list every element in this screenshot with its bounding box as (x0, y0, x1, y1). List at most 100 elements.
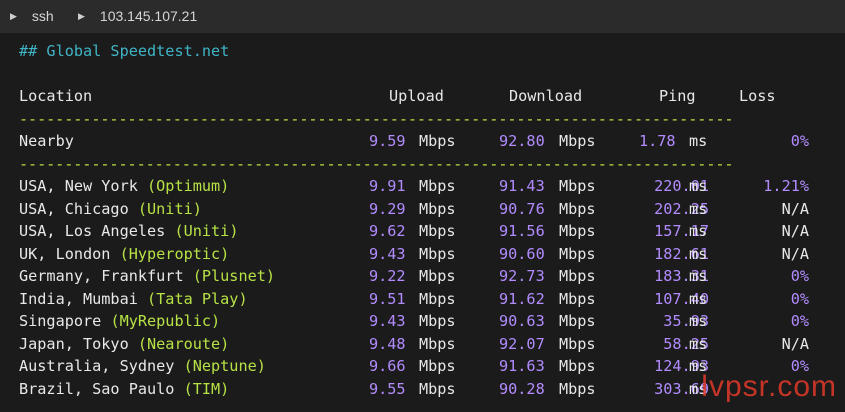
table-row: Germany, Frankfurt (Plusnet) 9.22 Mbps 92.7… (19, 265, 809, 287)
row-download-value: 90.28 (499, 379, 545, 398)
row-city: UK, London (19, 244, 120, 263)
row-download-unit: Mbps (559, 312, 596, 330)
header-ping: Ping (659, 87, 696, 105)
table-row: USA, Chicago (Uniti) 9.29 Mbps 90.76 Mbps 202… (19, 198, 809, 220)
tab-caret-icon: ▶ (10, 11, 17, 21)
row-upload-unit: Mbps (419, 334, 456, 353)
row-download-unit: Mbps (559, 199, 596, 218)
row-loss-value: N/A (781, 244, 809, 263)
row-ping-unit: ms (689, 267, 708, 285)
row-isp: (MyRepublic) (110, 312, 221, 330)
row-upload-value: 9.55 (369, 379, 406, 398)
row-isp: (TIM) (183, 379, 230, 398)
table-row: UK, London (Hyperoptic) 9.43 Mbps 90.60 Mbps… (19, 243, 809, 265)
row-city: Australia, Sydney (19, 357, 184, 375)
row-ping-unit: ms (689, 312, 708, 330)
section-heading: ## Global Speedtest.net (19, 42, 230, 60)
row-location: Australia, Sydney (Neptune) (19, 355, 266, 377)
table-row: USA, Los Angeles (Uniti) 9.62 Mbps 91.56 Mbp… (19, 220, 809, 242)
row-download-unit: Mbps (559, 132, 596, 150)
row-city: Singapore (19, 312, 111, 330)
row-location: UK, London (Hyperoptic) (19, 243, 229, 265)
row-download-value: 90.76 (499, 199, 545, 218)
row-ping-unit: ms (689, 334, 708, 353)
row-isp: (Hyperoptic) (119, 244, 230, 263)
row-ping-unit: ms (689, 177, 708, 195)
row-location: Singapore (MyRepublic) (19, 310, 220, 332)
row-download-value: 91.63 (499, 357, 545, 375)
row-location: Nearby (19, 132, 74, 150)
table-row: Australia, Sydney (Neptune) 9.66 Mbps 91.63… (19, 355, 809, 377)
row-download-unit: Mbps (559, 357, 596, 375)
row-download-value: 92.07 (499, 334, 545, 353)
row-location: USA, New York (Optimum) (19, 175, 229, 197)
row-download-value: 92.73 (499, 267, 545, 285)
row-download-unit: Mbps (559, 244, 596, 263)
tab-bar: ▶ ssh ▶ 103.145.107.21 (0, 0, 845, 33)
row-loss-value: 0% (790, 267, 809, 285)
row-upload-value: 9.91 (369, 177, 406, 195)
row-city: Brazil, Sao Paulo (19, 379, 184, 398)
row-upload-unit: Mbps (419, 267, 456, 285)
row-city: Japan, Tokyo (19, 334, 138, 353)
header-download: Download (509, 87, 583, 105)
row-upload-value: 9.62 (369, 222, 406, 240)
row-upload-unit: Mbps (419, 199, 456, 218)
row-upload-value: 9.29 (369, 199, 406, 218)
tab-label: 103.145.107.21 (99, 8, 198, 24)
row-upload-value: 9.43 (369, 312, 406, 330)
row-isp: (Optimum) (147, 177, 230, 195)
tab-label: ssh (31, 8, 54, 24)
row-location: USA, Chicago (Uniti) (19, 198, 202, 220)
row-isp: (Neptune) (183, 357, 266, 375)
row-city: India, Mumbai (19, 289, 148, 308)
row-upload-value: 9.51 (369, 289, 406, 308)
row-upload-value: 9.48 (369, 334, 406, 353)
row-download-unit: Mbps (559, 289, 596, 308)
tab-caret-icon: ▶ (78, 11, 85, 21)
row-isp: (Tata Play) (147, 289, 248, 308)
table-row: USA, New York (Optimum) 9.91 Mbps 91.43 Mbps… (19, 175, 809, 197)
table-row: Japan, Tokyo (Nearoute) 9.48 Mbps 92.07 Mbps… (19, 333, 809, 355)
row-loss-value: N/A (781, 199, 809, 218)
row-download-unit: Mbps (559, 379, 596, 398)
row-city: USA, Chicago (19, 199, 138, 218)
row-ping-value: 1.78 (639, 132, 676, 150)
row-ping-unit: ms (689, 289, 708, 308)
row-download-unit: Mbps (559, 267, 596, 285)
row-isp: (Uniti) (137, 199, 202, 218)
row-upload-unit: Mbps (419, 379, 456, 398)
row-download-value: 92.80 (499, 132, 545, 150)
table-row: Brazil, Sao Paulo (TIM) 9.55 Mbps 90.28 Mbps… (19, 378, 809, 400)
row-download-unit: Mbps (559, 177, 596, 195)
row-download-value: 91.43 (499, 177, 545, 195)
row-city: Germany, Frankfurt (19, 267, 193, 285)
row-download-value: 91.56 (499, 222, 545, 240)
separator-line: ----------------------------------------… (19, 155, 734, 173)
row-upload-value: 9.43 (369, 244, 406, 263)
tab-ssh[interactable]: ▶ ssh (10, 0, 54, 33)
row-loss-value: 0% (790, 312, 809, 330)
row-upload-value: 9.22 (369, 267, 406, 285)
row-isp: (Plusnet) (192, 267, 276, 285)
row-upload-unit: Mbps (419, 132, 456, 150)
row-download-value: 90.60 (499, 244, 545, 263)
row-location: Japan, Tokyo (Nearoute) (19, 333, 229, 355)
tab-host[interactable]: ▶ 103.145.107.21 (78, 0, 197, 33)
row-upload-unit: Mbps (419, 177, 456, 195)
table-header: Location Upload Download Ping Loss (19, 85, 809, 107)
row-city: USA, Los Angeles (19, 222, 175, 240)
row-download-value: 91.62 (499, 289, 545, 308)
row-upload-unit: Mbps (419, 289, 456, 308)
row-loss-value: 1.21% (763, 177, 809, 195)
row-upload-unit: Mbps (419, 222, 456, 240)
row-download-value: 90.63 (499, 312, 545, 330)
row-location: Germany, Frankfurt (Plusnet) (19, 265, 275, 287)
row-loss-value: 0% (790, 289, 809, 308)
watermark-text: lvpsr.com (701, 370, 837, 403)
row-location: India, Mumbai (Tata Play) (19, 288, 248, 310)
header-location: Location (19, 87, 93, 105)
row-upload-unit: Mbps (419, 312, 456, 330)
header-loss: Loss (739, 87, 776, 105)
row-isp: (Uniti) (174, 222, 239, 240)
